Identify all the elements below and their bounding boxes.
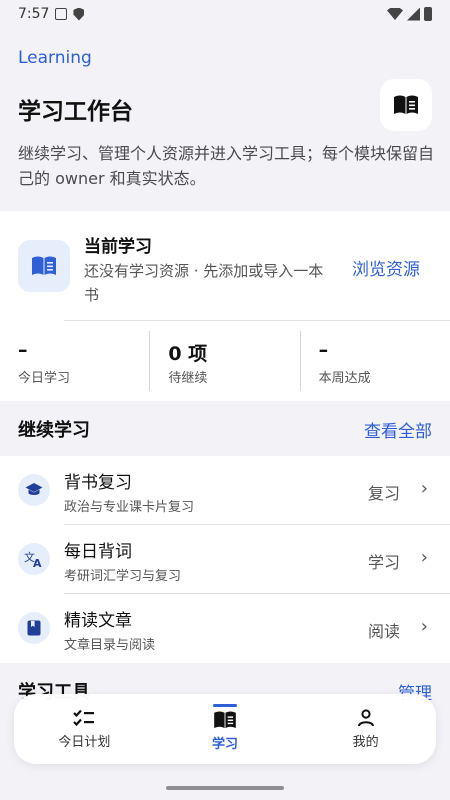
stat-week: – 本周达成 — [299, 331, 450, 391]
signal-icon — [407, 7, 420, 21]
screenshot-icon — [55, 8, 68, 20]
open-book-icon — [214, 710, 236, 728]
stat-today: – 今日学习 — [0, 331, 149, 391]
chevron-right-icon: › — [420, 478, 428, 499]
svg-text:A: A — [33, 557, 42, 568]
open-book-icon — [394, 95, 418, 114]
view-all-link[interactable]: 查看全部 — [364, 417, 432, 442]
stat-label: 本周达成 — [318, 371, 371, 386]
chevron-right-icon: › — [420, 547, 428, 568]
list-item-title: 背书复习 — [64, 473, 132, 493]
nav-label: 学习 — [212, 736, 239, 752]
stat-label: 今日学习 — [18, 371, 71, 386]
stat-pending: 0 项 待继续 — [149, 331, 299, 391]
open-book-icon — [32, 256, 56, 275]
list-item-card-review[interactable]: 背书复习 政治与专业课卡片复习 复习 › — [0, 456, 450, 525]
divider — [64, 320, 450, 321]
nav-label: 今日计划 — [58, 734, 111, 750]
checklist-icon — [73, 709, 95, 726]
nav-item-today-plan[interactable]: 今日计划 — [14, 694, 155, 764]
stat-value: 0 项 — [168, 343, 208, 365]
home-indicator[interactable] — [166, 786, 284, 790]
list-item-intensive-reading[interactable]: 精读文章 文章目录与阅读 阅读 › — [0, 594, 450, 663]
eyebrow-label: Learning — [18, 48, 92, 68]
active-indicator — [213, 704, 237, 707]
nav-item-learning[interactable]: 学习 — [155, 694, 296, 764]
current-learning-icon-box — [18, 240, 70, 292]
list-item-action: 阅读 — [367, 622, 400, 641]
stat-value: – — [18, 339, 28, 361]
status-time: 7:57 — [18, 6, 50, 22]
person-icon — [357, 708, 374, 726]
status-bar: 7:57 — [0, 0, 450, 28]
stats-row: – 今日学习 0 项 待继续 – 本周达成 — [0, 331, 450, 391]
list-item-title: 精读文章 — [64, 611, 132, 631]
list-item-title: 每日背词 — [64, 542, 132, 562]
current-learning-card: 当前学习 还没有学习资源 · 先添加或导入一本书 浏览资源 – 今日学习 0 项… — [0, 211, 450, 401]
nav-item-me[interactable]: 我的 — [295, 694, 436, 764]
list-item-subtitle: 政治与专业课卡片复习 — [64, 500, 195, 515]
page-title: 学习工作台 — [18, 99, 133, 125]
stat-value: – — [318, 339, 329, 361]
wifi-icon — [387, 8, 403, 20]
bookmark-book-icon — [18, 612, 50, 644]
list-item-subtitle: 考研词汇学习与复习 — [64, 569, 182, 584]
shield-icon — [73, 7, 85, 21]
continue-list: 背书复习 政治与专业课卡片复习 复习 › 文 A 每日背词 考研词汇学习与复习 … — [0, 456, 450, 663]
stat-label: 待继续 — [168, 371, 208, 386]
page-subtitle: 继续学习、管理个人资源并进入学习工具；每个模块保留自己的 owner 和真实状态… — [18, 144, 435, 188]
chevron-right-icon: › — [420, 616, 428, 637]
nav-label: 我的 — [352, 734, 379, 750]
list-item-daily-words[interactable]: 文 A 每日背词 考研词汇学习与复习 学习 › — [0, 525, 450, 594]
library-button[interactable] — [380, 79, 432, 131]
list-item-subtitle: 文章目录与阅读 — [64, 638, 156, 653]
current-learning-description: 还没有学习资源 · 先添加或导入一本书 — [84, 262, 324, 304]
battery-icon — [424, 7, 432, 21]
bottom-nav: 今日计划 学习 我的 — [14, 694, 436, 764]
section-title: 继续学习 — [18, 420, 90, 441]
browse-resources-button[interactable]: 浏览资源 — [352, 255, 420, 280]
graduation-cap-icon — [18, 474, 50, 506]
current-learning-title: 当前学习 — [84, 237, 152, 257]
translate-icon: 文 A — [18, 543, 50, 575]
list-item-action: 学习 — [367, 553, 400, 572]
list-item-action: 复习 — [367, 484, 400, 503]
continue-section-header: 继续学习 查看全部 — [0, 402, 450, 456]
